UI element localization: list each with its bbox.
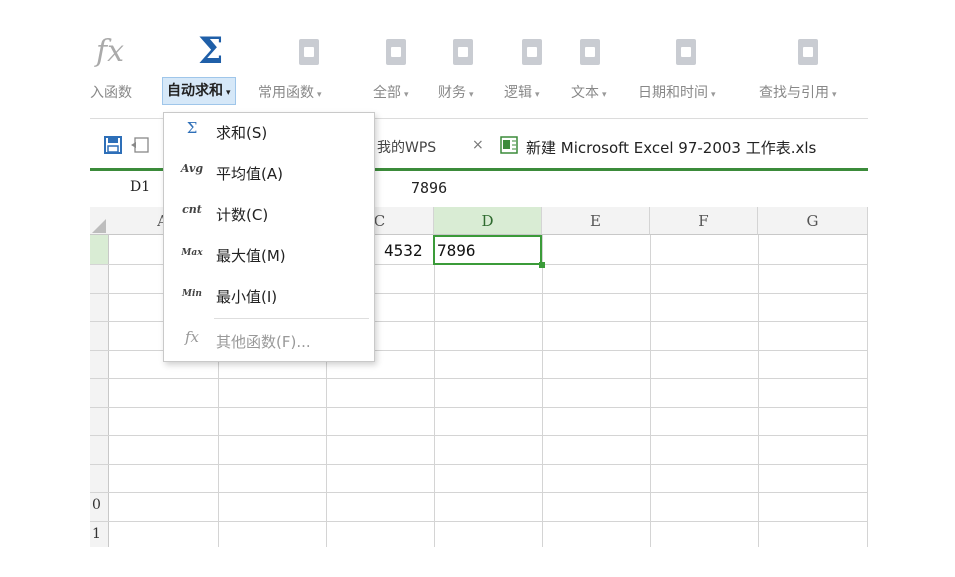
menu-item-count-label: 计数(C) bbox=[216, 206, 269, 224]
chevron-down-icon: ▾ bbox=[832, 90, 837, 100]
name-box[interactable]: D1 bbox=[130, 179, 150, 195]
grid-line bbox=[90, 407, 868, 408]
star-function-icon bbox=[299, 39, 319, 65]
sigma-icon: Σ bbox=[186, 119, 198, 137]
logical-button[interactable]: 逻辑 ▾ bbox=[502, 30, 564, 112]
grid-line bbox=[90, 435, 868, 436]
menu-item-other-functions-label: 其他函数(F)... bbox=[216, 333, 311, 351]
menu-separator bbox=[214, 318, 369, 319]
menu-item-average-label: 平均值(A) bbox=[216, 165, 283, 183]
chevron-down-icon: ▾ bbox=[469, 90, 474, 100]
calculator-icon bbox=[453, 39, 473, 65]
tab-excel-file[interactable]: 新建 Microsoft Excel 97-2003 工作表.xls bbox=[526, 137, 816, 158]
list-icon bbox=[386, 39, 406, 65]
text-label: 文本 bbox=[571, 85, 599, 101]
fx-icon: fx bbox=[184, 328, 199, 346]
fill-handle[interactable] bbox=[539, 262, 545, 268]
all-functions-button[interactable]: 全部 ▾ bbox=[370, 30, 432, 112]
autosum-dropdown-button[interactable]: 自动求和 ▾ bbox=[162, 77, 236, 105]
row-header-1-active[interactable] bbox=[90, 235, 108, 264]
chevron-down-icon: ▾ bbox=[226, 88, 231, 98]
sigma-icon: Σ bbox=[198, 30, 224, 72]
lookup-reference-button[interactable]: 查找与引用 ▾ bbox=[756, 30, 868, 112]
text-a-icon bbox=[580, 39, 600, 65]
column-header-d[interactable]: D bbox=[434, 207, 542, 235]
chevron-down-icon: ▾ bbox=[404, 90, 409, 100]
menu-item-max[interactable]: Max 最大值(M) bbox=[164, 236, 374, 276]
column-header-e[interactable]: E bbox=[542, 207, 650, 235]
formula-input[interactable]: 7896 bbox=[411, 179, 447, 197]
clock-icon bbox=[676, 39, 696, 65]
logical-label: 逻辑 bbox=[504, 85, 532, 101]
grid-line bbox=[542, 235, 543, 547]
menu-item-count[interactable]: cnt 计数(C) bbox=[164, 195, 374, 235]
min-icon: Min bbox=[182, 289, 202, 299]
max-icon: Max bbox=[181, 248, 203, 258]
text-button[interactable]: 文本 ▾ bbox=[568, 30, 630, 112]
grid-line bbox=[90, 378, 868, 379]
chevron-down-icon: ▾ bbox=[711, 90, 716, 100]
chevron-down-icon: ▾ bbox=[317, 90, 322, 100]
menu-item-sum-label: 求和(S) bbox=[216, 124, 268, 142]
insert-function-label: 入函数 bbox=[90, 85, 132, 101]
export-pdf-icon[interactable] bbox=[130, 136, 152, 154]
grid-line bbox=[90, 521, 868, 522]
lookup-reference-label: 查找与引用 bbox=[759, 85, 829, 101]
grid-line bbox=[108, 235, 109, 547]
financial-button[interactable]: 财务 ▾ bbox=[435, 30, 497, 112]
cnt-icon: cnt bbox=[182, 203, 202, 216]
excel-file-icon bbox=[500, 136, 518, 154]
question-icon bbox=[522, 39, 542, 65]
grid-line bbox=[434, 235, 435, 547]
grid-line bbox=[90, 492, 868, 493]
grid-line bbox=[867, 235, 868, 547]
date-time-button[interactable]: 日期和时间 ▾ bbox=[636, 30, 750, 112]
select-all-corner[interactable] bbox=[90, 207, 108, 235]
column-header-f[interactable]: F bbox=[650, 207, 758, 235]
date-time-label: 日期和时间 bbox=[638, 85, 708, 101]
menu-item-average[interactable]: Avg 平均值(A) bbox=[164, 154, 374, 194]
avg-icon: Avg bbox=[180, 162, 204, 175]
grid-line bbox=[650, 235, 651, 547]
financial-label: 财务 bbox=[438, 85, 466, 101]
cell-c1[interactable]: 4532 bbox=[384, 241, 423, 260]
active-cell-border[interactable] bbox=[433, 235, 542, 265]
insert-function-button[interactable]: fx 入函数 bbox=[90, 30, 150, 112]
menu-item-sum[interactable]: Σ 求和(S) bbox=[164, 113, 374, 153]
grid-line bbox=[758, 235, 759, 547]
column-header-g[interactable]: G bbox=[758, 207, 868, 235]
menu-item-min[interactable]: Min 最小值(I) bbox=[164, 277, 374, 317]
chevron-down-icon: ▾ bbox=[535, 90, 540, 100]
menu-item-other-functions[interactable]: fx 其他函数(F)... bbox=[164, 322, 374, 362]
menu-item-min-label: 最小值(I) bbox=[216, 288, 278, 306]
close-icon[interactable]: × bbox=[472, 137, 484, 153]
tab-my-wps[interactable]: 我的WPS bbox=[377, 137, 436, 157]
all-functions-label: 全部 bbox=[373, 85, 401, 101]
search-icon bbox=[798, 39, 818, 65]
formula-ribbon: fx 入函数 Σ 自动求和 ▾ 常用函数 ▾ 全部 ▾ 财务 ▾ 逻辑 ▾ 文本 ▾ 日期和… bbox=[90, 30, 868, 118]
grid-line bbox=[90, 464, 868, 465]
row-number: 1 bbox=[92, 526, 101, 542]
save-icon[interactable] bbox=[104, 136, 122, 154]
corner-triangle-icon bbox=[92, 219, 106, 233]
chevron-down-icon: ▾ bbox=[602, 90, 607, 100]
autosum-label: 自动求和 bbox=[167, 83, 223, 99]
common-functions-button[interactable]: 常用函数 ▾ bbox=[256, 30, 362, 112]
common-functions-label: 常用函数 bbox=[258, 85, 314, 101]
row-number: 0 bbox=[92, 497, 101, 513]
fx-icon: fx bbox=[96, 34, 125, 69]
menu-item-max-label: 最大值(M) bbox=[216, 247, 286, 265]
autosum-dropdown-menu: Σ 求和(S) Avg 平均值(A) cnt 计数(C) Max 最大值(M) … bbox=[163, 112, 375, 362]
